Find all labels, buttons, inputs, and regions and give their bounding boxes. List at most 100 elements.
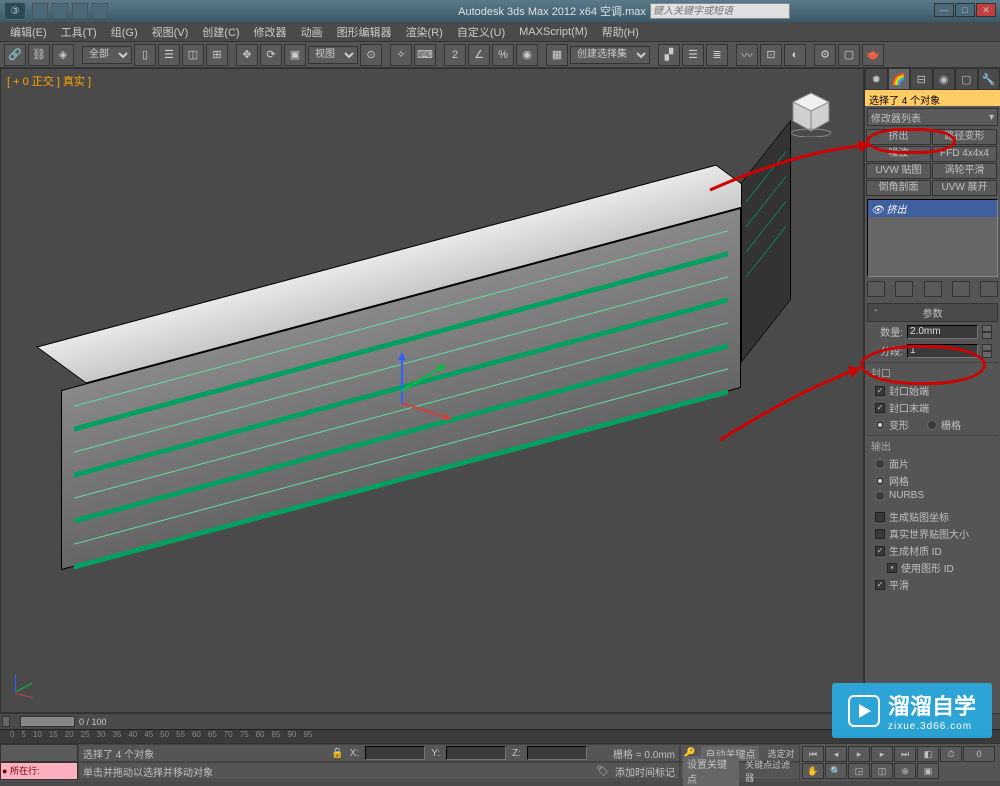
goto-start-icon[interactable]: ⏮ bbox=[802, 746, 824, 762]
menu-tools[interactable]: 工具(T) bbox=[55, 24, 103, 40]
nurbs-radio[interactable] bbox=[875, 491, 885, 501]
setkey-button[interactable]: 设置关键点 bbox=[683, 756, 739, 786]
app-logo-icon[interactable]: ③ bbox=[4, 2, 26, 20]
y-coord-field[interactable] bbox=[446, 746, 506, 760]
menu-render[interactable]: 渲染(R) bbox=[400, 24, 449, 40]
utilities-tab[interactable]: 🔧 bbox=[978, 68, 1000, 90]
morph-radio[interactable] bbox=[875, 420, 885, 430]
prev-frame-icon[interactable]: ◂ bbox=[825, 746, 847, 762]
menu-animation[interactable]: 动画 bbox=[295, 24, 329, 40]
useshape-checkbox[interactable]: ▪ bbox=[887, 563, 897, 573]
time-slider[interactable] bbox=[20, 716, 75, 727]
mirror-icon[interactable]: ▞ bbox=[658, 44, 680, 66]
stack-item-extrude[interactable]: 👁 挤出 bbox=[868, 200, 997, 217]
scale-icon[interactable]: ▣ bbox=[284, 44, 306, 66]
menu-customize[interactable]: 自定义(U) bbox=[451, 24, 511, 40]
pan-icon[interactable]: ✋ bbox=[802, 763, 824, 779]
object-name-field[interactable]: 选择了 4 个对象 bbox=[865, 90, 1000, 106]
maximize-button[interactable]: □ bbox=[955, 3, 975, 17]
orbit-icon[interactable]: ⊕ bbox=[894, 763, 916, 779]
segments-spinner[interactable]: 1 bbox=[907, 344, 978, 358]
key-mode-icon[interactable]: ◧ bbox=[917, 746, 939, 762]
snap-angle-icon[interactable]: ∠ bbox=[468, 44, 490, 66]
realworld-checkbox[interactable] bbox=[875, 529, 885, 539]
z-coord-field[interactable] bbox=[527, 746, 587, 760]
create-tab[interactable]: ✹ bbox=[865, 68, 888, 90]
unlink-icon[interactable]: ⛓ bbox=[28, 44, 50, 66]
menu-views[interactable]: 视图(V) bbox=[146, 24, 195, 40]
hierarchy-tab[interactable]: ⊟ bbox=[910, 68, 933, 90]
pivot-icon[interactable]: ⊙ bbox=[360, 44, 382, 66]
named-selection-set[interactable]: 创建选择集 bbox=[570, 46, 650, 64]
render-icon[interactable]: 🫖 bbox=[862, 44, 884, 66]
time-start-icon[interactable] bbox=[2, 716, 10, 727]
smooth-checkbox[interactable]: ✓ bbox=[875, 580, 885, 590]
menu-help[interactable]: 帮助(H) bbox=[596, 24, 645, 40]
amount-spinner[interactable]: 2.0mm bbox=[907, 325, 978, 339]
mod-btn-turbosmooth[interactable]: 涡轮平滑 bbox=[932, 163, 997, 179]
select-name-icon[interactable]: ☰ bbox=[158, 44, 180, 66]
seg-down[interactable] bbox=[982, 351, 992, 358]
snap-spinner-icon[interactable]: ◉ bbox=[516, 44, 538, 66]
show-end-icon[interactable] bbox=[895, 281, 913, 297]
fov-icon[interactable]: ◫ bbox=[871, 763, 893, 779]
align-icon[interactable]: ☰ bbox=[682, 44, 704, 66]
snap-2d-icon[interactable]: 2 bbox=[444, 44, 466, 66]
zoom-ext-icon[interactable]: ◲ bbox=[848, 763, 870, 779]
keyboard-icon[interactable]: ⌨ bbox=[414, 44, 436, 66]
params-rollout-header[interactable]: 参数 bbox=[867, 303, 998, 322]
manipulate-icon[interactable]: ✧ bbox=[390, 44, 412, 66]
cap-end-checkbox[interactable]: ✓ bbox=[875, 403, 885, 413]
move-icon[interactable]: ✥ bbox=[236, 44, 258, 66]
bind-icon[interactable]: ◈ bbox=[52, 44, 74, 66]
mesh-radio[interactable] bbox=[875, 476, 885, 486]
minimize-button[interactable]: — bbox=[934, 3, 954, 17]
link-icon[interactable]: 🔗 bbox=[4, 44, 26, 66]
mod-btn-extrude[interactable]: 挤出 bbox=[866, 129, 931, 145]
viewport-label[interactable]: [ + 0 正交 ] 真实 ] bbox=[7, 73, 91, 89]
remove-mod-icon[interactable] bbox=[952, 281, 970, 297]
cap-start-checkbox[interactable]: ✓ bbox=[875, 386, 885, 396]
menu-modifiers[interactable]: 修改器 bbox=[248, 24, 293, 40]
named-sel-icon[interactable]: ▦ bbox=[546, 44, 568, 66]
display-tab[interactable]: ▢ bbox=[955, 68, 978, 90]
mod-btn-uvwmap[interactable]: UVW 贴图 bbox=[866, 163, 931, 179]
menu-group[interactable]: 组(G) bbox=[105, 24, 144, 40]
toolbar-quick-1[interactable] bbox=[32, 3, 48, 19]
add-time-tag[interactable]: 添加时间标记 bbox=[615, 764, 675, 779]
current-frame-field[interactable]: 0 bbox=[963, 746, 995, 762]
pin-stack-icon[interactable] bbox=[867, 281, 885, 297]
x-coord-field[interactable] bbox=[365, 746, 425, 760]
rotate-icon[interactable]: ⟳ bbox=[260, 44, 282, 66]
search-input[interactable] bbox=[650, 3, 790, 19]
genmat-checkbox[interactable]: ✓ bbox=[875, 546, 885, 556]
toolbar-quick-2[interactable] bbox=[52, 3, 68, 19]
genmap-checkbox[interactable] bbox=[875, 512, 885, 522]
snap-percent-icon[interactable]: % bbox=[492, 44, 514, 66]
menu-maxscript[interactable]: MAXScript(M) bbox=[513, 26, 593, 38]
toolbar-quick-3[interactable] bbox=[72, 3, 88, 19]
layers-icon[interactable]: ≣ bbox=[706, 44, 728, 66]
mod-btn-pathdeform[interactable]: 路径变形 bbox=[932, 129, 997, 145]
mod-btn-noise[interactable]: 噪波 bbox=[866, 146, 931, 162]
goto-end-icon[interactable]: ⏭ bbox=[894, 746, 916, 762]
amount-up[interactable] bbox=[982, 325, 992, 332]
motion-tab[interactable]: ◉ bbox=[933, 68, 956, 90]
close-button[interactable]: ✕ bbox=[976, 3, 996, 17]
sb-script[interactable] bbox=[0, 744, 78, 762]
render-frame-icon[interactable]: ▢ bbox=[838, 44, 860, 66]
unique-icon[interactable] bbox=[924, 281, 942, 297]
menu-edit[interactable]: 编辑(E) bbox=[4, 24, 53, 40]
toolbar-quick-4[interactable] bbox=[92, 3, 108, 19]
mod-btn-ffd[interactable]: FFD 4x4x4 bbox=[932, 146, 997, 162]
schematic-icon[interactable]: ⊡ bbox=[760, 44, 782, 66]
modifier-list-dropdown[interactable]: 修改器列表▾ bbox=[867, 108, 998, 126]
next-frame-icon[interactable]: ▸ bbox=[871, 746, 893, 762]
material-icon[interactable]: ◐ bbox=[784, 44, 806, 66]
seg-up[interactable] bbox=[982, 344, 992, 351]
amount-down[interactable] bbox=[982, 332, 992, 339]
time-config-icon[interactable]: ⏱ bbox=[940, 746, 962, 762]
render-setup-icon[interactable]: ⚙ bbox=[814, 44, 836, 66]
modify-tab[interactable]: 🌈 bbox=[888, 68, 911, 90]
sb-listener[interactable]: ● 所在行: bbox=[0, 762, 78, 780]
